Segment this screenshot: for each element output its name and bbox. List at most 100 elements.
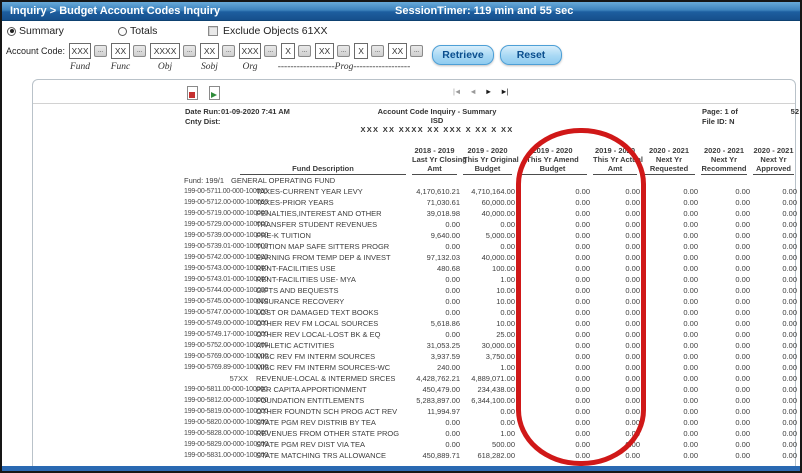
org-lookup-button[interactable]: ... [264, 45, 278, 57]
pager: |◄ ◄ ► ►| [453, 87, 509, 96]
totals-radio-group[interactable]: Totals [118, 24, 157, 38]
amount-cell-this-yr-original: 6,344,100.00 [471, 396, 515, 405]
prev-page-icon[interactable]: ◄ [469, 87, 477, 96]
amount-cell-last-yr-closing: 0.00 [445, 418, 460, 427]
amount-cell-last-yr-closing: 0.00 [445, 242, 460, 251]
amount-cell-next-yr-approved: 0.00 [782, 363, 797, 372]
amount-cell-next-yr-recommend: 0.00 [735, 374, 750, 383]
amount-cell-next-yr-approved: 0.00 [782, 297, 797, 306]
account-code-prog-2-input[interactable] [315, 43, 335, 59]
account-code-prog-3-input[interactable] [354, 43, 369, 59]
segment-label-prog: ------------------Prog------------------ [277, 62, 411, 72]
account-code-cell: 199-00-5749.17-000-100000 [184, 331, 269, 338]
account-code-func-input[interactable] [111, 43, 131, 59]
prog-3-lookup-button[interactable]: ... [371, 45, 385, 57]
amount-cell-this-yr-original: 40,000.00 [481, 253, 515, 262]
amount-cell-this-yr-actual: 0.00 [625, 385, 640, 394]
pdf-export-icon[interactable] [187, 86, 198, 100]
prog-1-lookup-button[interactable]: ... [298, 45, 312, 57]
sobj-lookup-button[interactable]: ... [222, 45, 236, 57]
fund-lookup-button[interactable]: ... [94, 45, 108, 57]
amount-cell-next-yr-recommend: 0.00 [735, 198, 750, 207]
amount-cell-next-yr-recommend: 0.00 [735, 451, 750, 460]
description-cell: STATE PGM REV DISTRIB BY TEA [256, 418, 376, 427]
amount-cell-this-yr-amend: 0.00 [575, 440, 590, 449]
account-row: 199-00-5828.00-000-100000 REVENUES FROM O… [184, 428, 797, 439]
segment-label-sobj: Sobj [201, 62, 218, 72]
account-code-cell: 199-00-5743.00-000-100000 [184, 265, 269, 272]
amount-cell-this-yr-original: 4,889,071.00 [471, 374, 515, 383]
prog-2-lookup-button[interactable]: ... [337, 45, 351, 57]
account-row: 199-00-5729.00-000-100000 TRANSFER STUDEN… [184, 219, 797, 230]
amount-cell-next-yr-requested: 0.00 [683, 363, 698, 372]
first-page-icon[interactable]: |◄ [453, 87, 461, 96]
account-code-sobj-input[interactable] [200, 43, 220, 59]
amount-cell-this-yr-amend: 0.00 [575, 341, 590, 350]
account-row: 199-00-5712.00-000-100000 TAXES-PRIOR YEA… [184, 197, 797, 208]
account-row: 199-00-5743.01-000-100000 RENT-FACILITIES… [184, 274, 797, 285]
account-code-prog-4-input[interactable] [388, 43, 408, 59]
amount-cell-this-yr-actual: 0.00 [625, 319, 640, 328]
title-bar: Inquiry > Budget Account Codes Inquiry S… [2, 2, 800, 21]
reset-button[interactable]: Reset [500, 45, 562, 65]
amount-cell-last-yr-closing: 71,030.61 [426, 198, 460, 207]
account-row: 199-00-5752.00-000-100000 ATHLETIC ACTIVI… [184, 340, 797, 351]
amount-cell-next-yr-recommend: 0.00 [735, 220, 750, 229]
amount-cell-next-yr-requested: 0.00 [683, 198, 698, 207]
account-row: 199-00-5769.89-000-100000 MISC REV FM INT… [184, 362, 797, 373]
account-row: 199-00-5711.00-000-100000 TAXES-CURRENT Y… [184, 186, 797, 197]
account-code-obj-input[interactable] [150, 43, 181, 59]
column-header-last-yr-closing: 2018 - 2019 Last Yr Closing Amt [412, 146, 467, 175]
amount-cell-this-yr-original: 0.00 [500, 407, 515, 416]
summary-radio-group[interactable]: Summary [7, 24, 64, 38]
account-code-prog-1-input[interactable] [281, 43, 296, 59]
amount-cell-last-yr-closing: 5,618.86 [430, 319, 460, 328]
amount-cell-next-yr-approved: 0.00 [782, 187, 797, 196]
csv-export-icon[interactable] [209, 86, 220, 100]
description-cell: MISC REV FM INTERM SOURCES-WC [256, 363, 391, 372]
prog-4-lookup-button[interactable]: ... [410, 45, 424, 57]
amount-cell-next-yr-approved: 0.00 [782, 330, 797, 339]
description-cell: OTHER REV LOCAL-LOST BK & EQ [256, 330, 381, 339]
account-code-org-input[interactable] [239, 43, 262, 59]
totals-radio[interactable] [118, 26, 127, 36]
account-code-fund-input[interactable] [69, 43, 92, 59]
column-header-next-yr-approved: 2020 - 2021 Next Yr Approved [753, 146, 794, 175]
account-row: 199-00-5749.00-000-100000 OTHER REV FM LO… [184, 318, 797, 329]
summary-radio[interactable] [7, 26, 16, 36]
amount-cell-next-yr-requested: 0.00 [683, 242, 698, 251]
amount-cell-this-yr-amend: 0.00 [575, 330, 590, 339]
retrieve-button[interactable]: Retrieve [432, 45, 494, 65]
exclude-objects-group[interactable]: Exclude Objects 61XX [208, 24, 327, 38]
description-cell: REVENUES FROM OTHER STATE PROG [256, 429, 400, 438]
amount-cell-this-yr-actual: 0.00 [625, 308, 640, 317]
amount-cell-next-yr-recommend: 0.00 [735, 396, 750, 405]
amount-cell-this-yr-actual: 0.00 [625, 242, 640, 251]
func-lookup-button[interactable]: ... [133, 45, 147, 57]
district-name: ISD [430, 116, 444, 125]
next-page-icon[interactable]: ► [485, 87, 493, 96]
description-cell: EARNING FROM TEMP DEP & INVEST [256, 253, 391, 262]
amount-cell-this-yr-amend: 0.00 [575, 275, 590, 284]
amount-cell-this-yr-actual: 0.00 [625, 363, 640, 372]
fund-group-row: Fund: 199/1 GENERAL OPERATING FUND [184, 175, 797, 186]
amount-cell-this-yr-amend: 0.00 [575, 352, 590, 361]
fund-group-label: Fund: 199/1 [184, 176, 225, 185]
amount-cell-next-yr-recommend: 0.00 [735, 363, 750, 372]
amount-cell-this-yr-original: 4,710,164.00 [471, 187, 515, 196]
exclude-objects-checkbox[interactable] [208, 26, 218, 36]
obj-lookup-button[interactable]: ... [183, 45, 197, 57]
amount-cell-this-yr-original: 234,438.00 [477, 385, 515, 394]
description-cell: OTHER REV FM LOCAL SOURCES [256, 319, 379, 328]
account-row: 199-00-5831.00-000-100000 STATE MATCHING … [184, 450, 797, 461]
amount-cell-next-yr-requested: 0.00 [683, 275, 698, 284]
amount-cell-this-yr-original: 0.00 [500, 220, 515, 229]
amount-cell-next-yr-approved: 0.00 [782, 209, 797, 218]
amount-cell-next-yr-requested: 0.00 [683, 297, 698, 306]
amount-cell-this-yr-actual: 0.00 [625, 352, 640, 361]
account-code-cell: 199-00-5769.89-000-100000 [184, 364, 269, 371]
amount-cell-this-yr-original: 1.00 [500, 275, 515, 284]
last-page-icon[interactable]: ►| [500, 87, 508, 96]
amount-cell-this-yr-actual: 0.00 [625, 253, 640, 262]
description-cell: MISC REV FM INTERM SOURCES [256, 352, 376, 361]
